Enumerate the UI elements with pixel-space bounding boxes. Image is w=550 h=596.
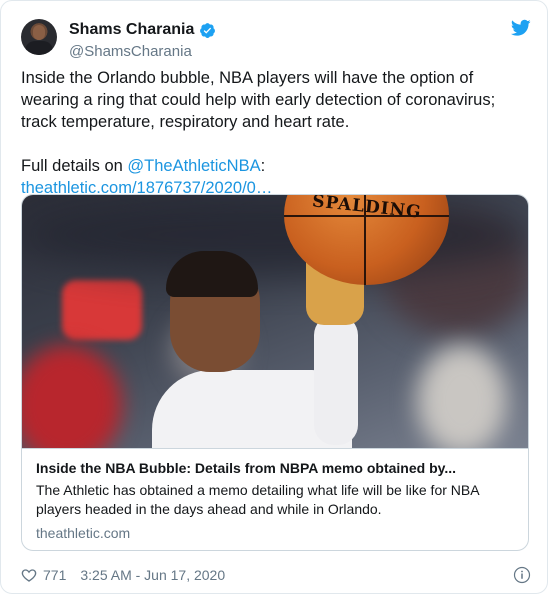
mention-link[interactable]: @TheAthleticNBA	[127, 157, 260, 175]
tweet-details-line: Full details on @TheAthleticNBA: theathl…	[21, 155, 521, 199]
ball-brand-text: SPALDING	[311, 195, 423, 223]
link-card[interactable]: SPALDING Inside the NBA Bubble: Details …	[21, 194, 529, 551]
twitter-bird-icon[interactable]	[511, 19, 531, 37]
tweet-header: Shams Charania @ShamsCharania	[21, 15, 531, 63]
author-handle[interactable]: @ShamsCharania	[69, 43, 216, 60]
tweet-embed: Shams Charania @ShamsCharania Inside the…	[0, 0, 548, 594]
details-colon: :	[260, 157, 266, 175]
info-icon[interactable]	[513, 566, 531, 584]
tweet-body: Inside the Orlando bubble, NBA players w…	[21, 69, 496, 131]
card-body: Inside the NBA Bubble: Details from NBPA…	[22, 448, 528, 550]
verified-badge-icon	[200, 22, 216, 38]
timestamp[interactable]: 3:25 AM - Jun 17, 2020	[80, 567, 225, 583]
like-count[interactable]: 771	[43, 567, 66, 583]
card-domain: theathletic.com	[36, 525, 131, 541]
card-title[interactable]: Inside the NBA Bubble: Details from NBPA…	[36, 459, 514, 477]
author-block: Shams Charania @ShamsCharania	[69, 19, 216, 60]
author-display-name[interactable]: Shams Charania	[69, 21, 194, 39]
tweet-footer: 771 3:25 AM - Jun 17, 2020	[21, 564, 531, 586]
heart-icon[interactable]	[21, 567, 37, 583]
avatar[interactable]	[21, 19, 57, 55]
card-description: The Athletic has obtained a memo detaili…	[36, 482, 479, 517]
card-image[interactable]: SPALDING	[22, 195, 528, 448]
details-prefix: Full details on	[21, 157, 128, 175]
tweet-text: Inside the Orlando bubble, NBA players w…	[21, 67, 521, 199]
